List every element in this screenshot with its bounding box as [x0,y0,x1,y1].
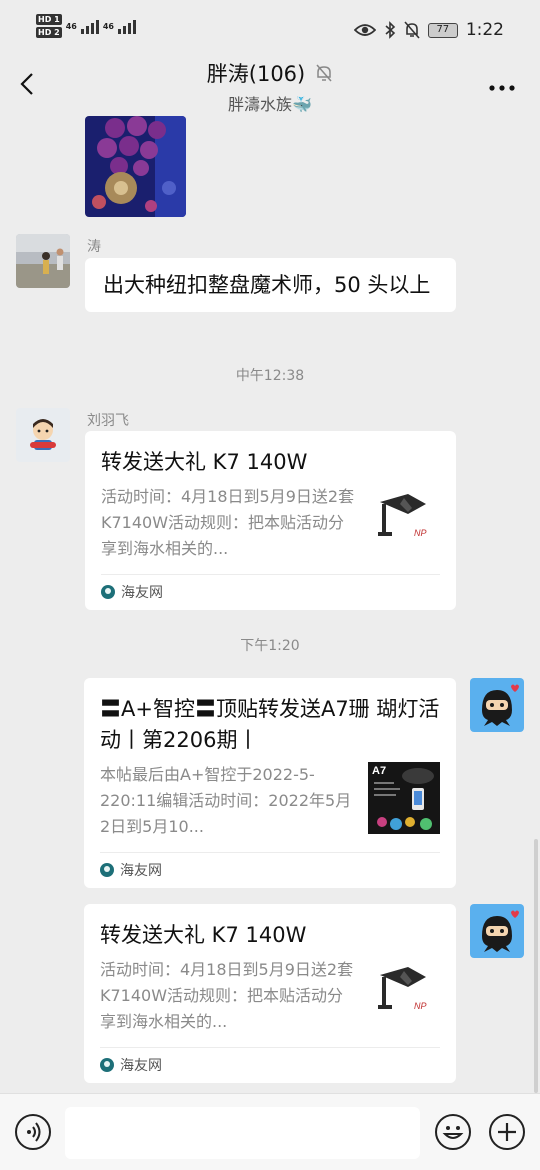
voice-button[interactable] [15,1114,51,1150]
chat-subtitle: 胖濤水族🐳 [228,95,312,114]
bell-off-icon [316,64,332,82]
signal-icon [117,18,136,34]
source-name: 海友网 [121,585,163,601]
coral-photo [85,116,186,217]
source-app-icon [100,863,114,877]
status-right: 77 1:22 [353,20,504,40]
card-thumbnail: NP [368,957,440,1029]
plus-icon [498,1123,516,1141]
message-list[interactable]: 涛 出大种纽扣整盘魔术师，50 头以上 中午12:38 刘羽飞 转发送大礼 K7… [0,116,540,1093]
status-bar: HD 1 HD 2 46 46 77 1:22 [0,0,540,50]
svg-text:NP: NP [414,528,427,538]
card-thumbnail: A7 [368,762,440,834]
avatar-self[interactable] [470,904,524,958]
card-source: 海友网 [100,1047,440,1083]
link-card[interactable]: 转发送大礼 K7 140W 活动时间：4月18日到5月9日送2套K7140W活动… [84,904,456,1083]
message-text: 出大种纽扣整盘魔术师，50 头以上 [103,273,431,297]
battery-icon: 77 [427,22,458,38]
link-card[interactable]: 〓A+智控〓顶贴转发送A7珊 瑚灯活动丨第2206期丨 本帖最后由A+智控于20… [84,678,456,888]
text-message[interactable]: 出大种纽扣整盘魔术师，50 头以上 [85,258,456,312]
eye-icon [353,24,376,36]
signal-icon [80,18,99,34]
clock: 1:22 [465,20,504,40]
card-title: 〓A+智控〓顶贴转发送A7珊 瑚灯活动丨第2206期丨 [100,697,440,752]
hd1-badge: HD 1 [36,14,62,25]
link-card[interactable]: 转发送大礼 K7 140W 活动时间：4月18日到5月9日送2套K7140W活动… [85,431,456,610]
source-name: 海友网 [120,863,162,879]
avatar-ninja [470,904,524,958]
network-type-1: 46 [65,21,77,31]
card-thumbnail: NP [368,484,440,556]
source-name: 海友网 [120,1058,162,1074]
voice-icon [27,1122,41,1142]
message-input[interactable] [65,1107,420,1159]
title-block: 胖涛(106) 胖濤水族🐳 [0,58,540,115]
card-description: 活动时间：4月18日到5月9日送2套K7140W活动规则：把本贴活动分享到海水相… [100,960,354,1031]
status-left: HD 1 HD 2 46 46 [36,14,136,38]
hd-badges: HD 1 HD 2 [36,14,62,38]
card-source: 海友网 [100,852,440,888]
svg-text:NP: NP [414,1001,427,1011]
emoji-button[interactable] [435,1114,471,1150]
avatar-ninja [470,678,524,732]
svg-text:A7: A7 [372,765,386,777]
card-source: 海友网 [101,574,440,610]
avatar-cartoon [16,408,70,462]
bluetooth-icon [385,21,395,39]
scrollbar[interactable] [534,839,538,1093]
plus-button[interactable] [489,1114,525,1150]
source-app-icon [101,585,115,599]
card-description: 本帖最后由A+智控于2022-5-220:11编辑活动时间：2022年5月2日到… [100,765,352,836]
more-dots-icon[interactable] [488,70,516,98]
timestamp: 中午12:38 [235,368,305,384]
timestamp: 下午1:20 [240,638,300,654]
avatar-photo [16,234,70,288]
bell-off-icon [404,21,420,39]
sender-name: 刘羽飞 [87,413,129,429]
image-message[interactable] [85,116,186,217]
chat-header: 胖涛(106) 胖濤水族🐳 [0,50,540,116]
smiley-icon [442,1126,464,1139]
hd2-badge: HD 2 [36,27,62,38]
avatar[interactable] [16,408,70,462]
card-description: 活动时间：4月18日到5月9日送2套K7140W活动规则：把本贴活动分享到海水相… [101,487,355,558]
card-title: 转发送大礼 K7 140W [101,450,308,474]
source-app-icon [100,1058,114,1072]
avatar[interactable] [16,234,70,288]
sender-name: 涛 [87,239,101,255]
card-title: 转发送大礼 K7 140W [100,923,307,947]
network-type-2: 46 [102,21,114,31]
avatar-self[interactable] [470,678,524,732]
input-bar [0,1093,540,1170]
chat-title: 胖涛(106) [206,62,306,86]
